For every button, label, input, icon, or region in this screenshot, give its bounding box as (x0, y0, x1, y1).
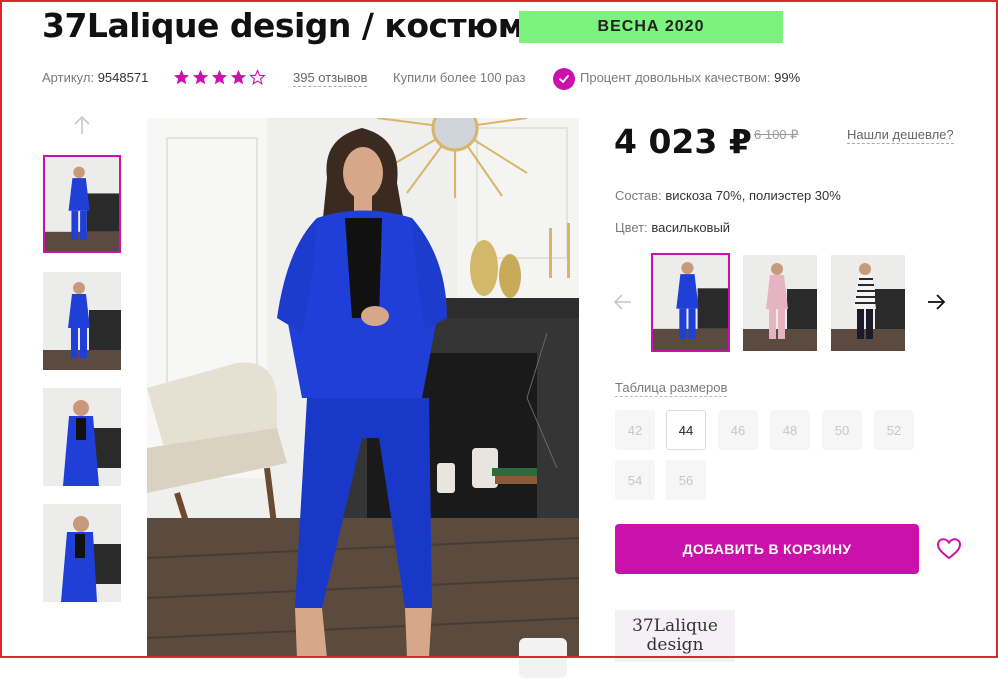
size-option[interactable]: 46 (718, 410, 758, 450)
arrow-left-icon[interactable] (613, 292, 633, 312)
size-option[interactable]: 42 (615, 410, 655, 450)
star-icon (211, 69, 228, 85)
product-title: 37Lalique design / костюм (42, 6, 525, 45)
season-badge: ВЕСНА 2020 (519, 11, 783, 43)
found-cheaper-link[interactable]: Нашли дешевле? (847, 127, 954, 144)
quality-percent: Процент довольных качеством: 99% (580, 70, 800, 85)
old-price: 6 100 ₽ (754, 127, 799, 142)
quality-value: 99% (774, 70, 801, 85)
model-photo (147, 118, 579, 658)
model-photo-thumbnail (43, 504, 121, 602)
color-value: васильковый (651, 220, 731, 235)
gallery-thumbnail[interactable] (43, 155, 121, 253)
color-variant-blue[interactable] (651, 253, 730, 352)
quality-label: Процент довольных качеством: (580, 70, 771, 85)
composition-label: Состав: (615, 188, 662, 203)
article-value: 9548571 (97, 70, 149, 85)
brand-logo[interactable]: 37Lalique design (615, 610, 735, 662)
color-label: Цвет: (615, 220, 648, 235)
gallery-thumbnail[interactable] (43, 272, 121, 370)
add-to-cart-button[interactable]: ДОБАВИТЬ В КОРЗИНУ (615, 524, 919, 574)
zoom-icon[interactable] (519, 638, 567, 678)
color-variant-pink[interactable] (743, 255, 817, 351)
brand-logo-line1: 37Lalique (632, 616, 718, 636)
rating-stars[interactable] (173, 69, 266, 86)
model-photo-thumbnail (653, 255, 728, 350)
size-option[interactable]: 54 (615, 460, 655, 500)
size-option[interactable]: 48 (770, 410, 810, 450)
reviews-link[interactable]: 395 отзывов (293, 70, 368, 87)
star-icon (173, 69, 190, 85)
gallery-thumbnail[interactable] (43, 504, 121, 602)
main-product-photo[interactable] (147, 118, 579, 658)
brand-logo-line2: design (646, 635, 704, 655)
size-option[interactable]: 52 (874, 410, 914, 450)
gallery-thumbnail[interactable] (43, 388, 121, 486)
model-photo-thumbnail (43, 388, 121, 486)
size-option[interactable]: 50 (822, 410, 862, 450)
star-icon (230, 69, 247, 85)
model-photo-thumbnail (743, 255, 817, 351)
color-info: Цвет: васильковый (615, 220, 730, 235)
model-photo-thumbnail (45, 157, 119, 251)
star-outline-icon (249, 69, 266, 85)
size-table-link[interactable]: Таблица размеров (615, 380, 728, 397)
current-price: 4 023 ₽ (614, 122, 752, 161)
purchase-count: Купили более 100 раз (393, 70, 526, 85)
model-photo-thumbnail (831, 255, 905, 351)
composition: Состав: вискоза 70%, полиэстер 30% (615, 188, 841, 203)
article-label: Артикул: (42, 70, 95, 85)
arrow-right-icon[interactable] (926, 292, 946, 312)
color-variant-striped[interactable] (831, 255, 905, 351)
composition-value: вискоза 70%, полиэстер 30% (665, 188, 841, 203)
check-circle-icon (553, 68, 575, 90)
star-icon (192, 69, 209, 85)
size-option[interactable]: 56 (666, 460, 706, 500)
model-photo-thumbnail (43, 272, 121, 370)
size-option[interactable]: 44 (666, 410, 706, 450)
arrow-up-icon[interactable] (72, 114, 92, 136)
heart-icon[interactable] (936, 538, 962, 560)
article-number: Артикул: 9548571 (42, 70, 148, 85)
